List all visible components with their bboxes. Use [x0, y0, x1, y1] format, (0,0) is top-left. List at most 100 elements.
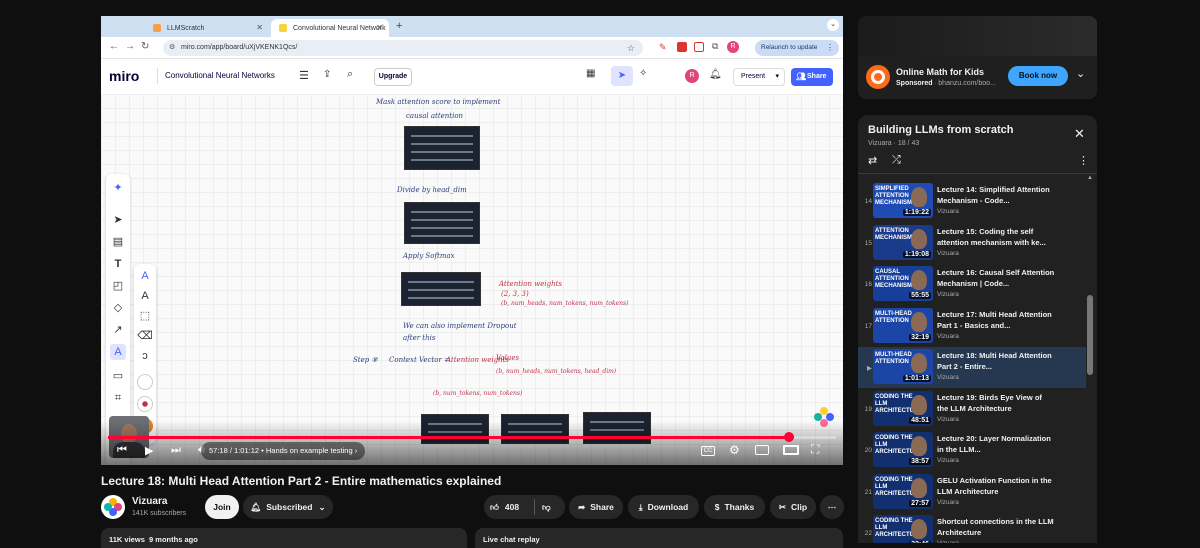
playlist-item-title[interactable]: Lecture 18: Multi Head Attention Part 2 … [937, 350, 1055, 372]
shapes-icon[interactable]: ◇ [110, 300, 126, 316]
thumbs-down-icon[interactable]: 👎︎ [542, 502, 551, 513]
sponsored-ad[interactable]: Online Math for Kids Sponsored · bhanzu.… [858, 16, 1097, 99]
shuffle-icon[interactable]: ⤮ [892, 154, 901, 167]
channel-avatar[interactable] [101, 495, 125, 519]
extensions-puzzle-icon[interactable]: ⧉ [712, 41, 718, 52]
playlist-thumbnail[interactable]: CAUSAL ATTENTION MECHANISM 55:55 [873, 266, 933, 301]
close-tab-icon[interactable]: ✕ [256, 23, 263, 32]
play-icon[interactable]: ▶ [145, 444, 153, 457]
previous-icon[interactable]: ⏮ [117, 444, 127, 457]
scrollbar-thumb[interactable] [1087, 295, 1093, 375]
eraser-icon[interactable]: ⌫ [137, 328, 153, 344]
settings-gear-icon[interactable]: ⚙ [729, 443, 740, 457]
playlist-item-title[interactable]: Shortcut connections in the LLM Architec… [937, 516, 1055, 538]
celebrate-icon[interactable]: ✧ [639, 68, 647, 79]
tab-search-icon[interactable]: ⌄ [827, 19, 839, 31]
book-now-button[interactable]: Book now [1008, 66, 1068, 86]
playlist-item-title[interactable]: GELU Activation Function in the LLM Arch… [937, 475, 1055, 497]
comment-icon[interactable]: ▭ [110, 368, 126, 384]
playlist-item[interactable]: 14 SIMPLIFIED ATTENTION MECHANISM 1:19:22 L… [858, 181, 1086, 222]
pen-tool-icon[interactable]: A [110, 344, 126, 360]
playlist-item-active[interactable]: ▶ MULTI-HEAD ATTENTION 1:01:13 Lecture 18: … [858, 347, 1086, 388]
clip-button[interactable]: ✂ Clip [770, 495, 816, 519]
close-tab-icon[interactable]: ✕ [376, 23, 383, 32]
board-name[interactable]: Convolutional Neural Networks [165, 71, 275, 80]
browser-tab-active[interactable]: Convolutional Neural Network ✕ [271, 19, 389, 37]
lasso-icon[interactable]: ↄ [137, 348, 153, 364]
ad-banner[interactable] [858, 16, 1097, 56]
playlist-thumbnail[interactable]: CODING THE LLM ARCHITECTURE32:46 [873, 515, 933, 543]
apps-grid-icon[interactable]: ▦ [586, 68, 595, 79]
thin-stroke-swatch[interactable] [137, 374, 153, 390]
playlist-item-title[interactable]: Lecture 14: Simplified Attention Mechani… [937, 184, 1055, 206]
thumbs-up-icon[interactable]: 👍︎ [490, 502, 499, 513]
extension-pen-icon[interactable]: ✎ [659, 42, 667, 53]
menu-icon[interactable]: ☰ [299, 69, 309, 82]
close-icon[interactable]: ✕ [1074, 126, 1085, 142]
browser-tab[interactable]: LLMScratch ✕ [145, 19, 269, 37]
present-button[interactable]: Present ▾ [733, 68, 785, 86]
scroll-up-icon[interactable]: ▲ [1087, 175, 1093, 181]
video-player[interactable]: LLMScratch ✕ Convolutional Neural Networ… [101, 16, 843, 465]
channel-name[interactable]: Vizuara [132, 496, 167, 507]
relaunch-button[interactable]: Relaunch to update ⋮ [755, 40, 839, 56]
site-info-icon[interactable]: ⚙ [169, 40, 175, 56]
thanks-button[interactable]: $ Thanks [704, 495, 765, 519]
playlist-item-title[interactable]: Lecture 17: Multi Head Attention Part 1 … [937, 309, 1055, 331]
profile-avatar[interactable]: R [727, 41, 739, 53]
progress-bar[interactable] [108, 432, 836, 442]
export-icon[interactable]: ⇪ [323, 69, 331, 80]
select-cursor-icon[interactable]: ➤ [611, 66, 633, 86]
highlighter-icon[interactable]: A [137, 288, 153, 304]
playlist-thumbnail[interactable]: MULTI-HEAD ATTENTION 32:19 [873, 307, 933, 343]
captions-icon[interactable]: CC [701, 446, 715, 456]
search-icon[interactable]: ⌕ [347, 68, 353, 81]
templates-icon[interactable]: ▤ [110, 234, 126, 250]
upgrade-button[interactable]: Upgrade [374, 68, 412, 86]
notifications-bell-icon[interactable]: 🔔︎ [709, 69, 722, 80]
more-actions-button[interactable]: ⋯ [820, 495, 844, 519]
join-button[interactable]: Join [205, 495, 239, 519]
next-icon[interactable]: ⏭ [171, 444, 181, 457]
playlist-item[interactable]: 19 CODING THE LLM ARCHITECTURE 48:51 Lectur… [858, 389, 1086, 430]
playlist-thumbnail[interactable]: CODING THE LLM ARCHITECTURE 27:57 [873, 473, 933, 509]
miniplayer-icon[interactable] [755, 445, 769, 455]
extension-pdf-icon[interactable] [677, 42, 687, 52]
red-color-swatch[interactable] [137, 396, 153, 412]
chapter-title[interactable]: Hands on example testing [266, 446, 353, 455]
playlist-item-title[interactable]: Lecture 19: Birds Eye View of the LLM Ar… [937, 392, 1055, 414]
playlist-thumbnail[interactable]: ATTENTION MECHANISM 1:19:08 [873, 224, 933, 260]
connection-line-icon[interactable]: ↗ [110, 322, 126, 338]
reload-icon[interactable]: ↻ [141, 41, 149, 52]
playlist-thumbnail[interactable]: SIMPLIFIED ATTENTION MECHANISM 1:19:22 [873, 183, 933, 218]
pen-icon[interactable]: A [137, 268, 153, 284]
playlist-thumbnail[interactable]: CODING THE LLM ARCHITECTURE 48:51 [873, 390, 933, 426]
playlist-item-title[interactable]: Lecture 16: Causal Self Attention Mechan… [937, 267, 1055, 289]
subscribed-button[interactable]: 🔔︎ Subscribed ⌄ [243, 495, 333, 519]
loop-icon[interactable]: ⇄ [868, 154, 877, 167]
ai-sparkle-icon[interactable]: ✦ [110, 180, 126, 196]
fullscreen-icon[interactable]: ⛶ [811, 442, 819, 457]
playlist-item[interactable]: 16 CAUSAL ATTENTION MECHANISM 55:55 Lecture… [858, 264, 1086, 305]
playlist-title[interactable]: Building LLMs from scratch [868, 124, 1013, 136]
whiteboard-canvas[interactable]: ✦ ➤ ▤ T ◰ ◇ ↗ A ▭ ⌗ ▣ + ↶ A A ⬚ ⌫ ↄ Mask… [101, 94, 843, 465]
url-input[interactable]: ⚙ miro.com/app/board/uXjVKENK1Qcs/ ☆ [163, 40, 643, 56]
more-vert-icon[interactable]: ⋮ [1078, 154, 1089, 167]
video-description[interactable]: 11K views 9 months ago [101, 528, 467, 548]
new-tab-icon[interactable]: + [396, 20, 402, 32]
playlist-item[interactable]: 17 MULTI-HEAD ATTENTION 32:19 Lecture 17: M… [858, 306, 1086, 347]
forward-icon[interactable]: → [125, 41, 135, 52]
playlist-scrollbar[interactable]: ▲ [1087, 175, 1093, 543]
playlist-item-title[interactable]: Lecture 15: Coding the self attention me… [937, 226, 1055, 248]
playlist-item[interactable]: 21 CODING THE LLM ARCHITECTURE 27:57 GELU A… [858, 472, 1086, 513]
playlist-item[interactable]: 20 CODING THE LLM ARCHITECTURE 38:57 Lectur… [858, 430, 1086, 471]
playlist-thumbnail[interactable]: CODING THE LLM ARCHITECTURE 38:57 [873, 432, 933, 467]
download-button[interactable]: ⤓ Download [628, 495, 699, 519]
theater-mode-icon[interactable] [783, 445, 799, 455]
bookmark-star-icon[interactable]: ☆ [627, 40, 635, 56]
share-button[interactable]: ➦ Share [569, 495, 623, 519]
user-avatar[interactable]: R [685, 69, 699, 83]
text-tool-icon[interactable]: T [110, 256, 126, 272]
miro-logo[interactable]: miro [109, 68, 139, 84]
playlist-item[interactable]: 22CODING THE LLM ARCHITECTURE32:46Shortc… [858, 513, 1086, 543]
